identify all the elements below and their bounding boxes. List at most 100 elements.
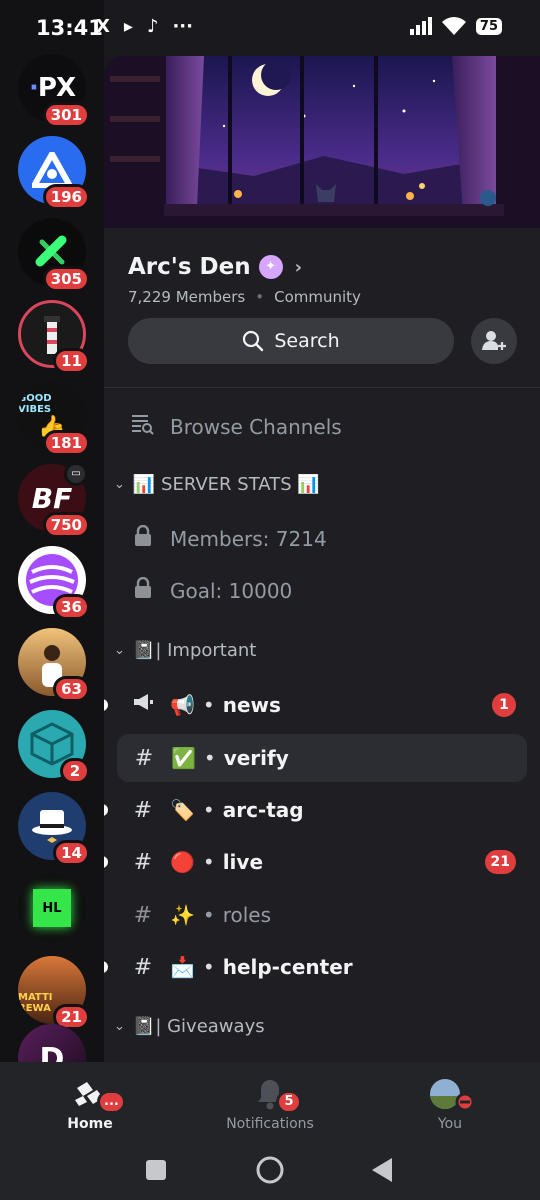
search-button[interactable]: Search <box>128 318 454 364</box>
channel-goal[interactable]: Goal: 10000 <box>104 568 540 614</box>
server-icon-px[interactable]: · PX 301 <box>18 54 90 128</box>
channel-help-center[interactable]: # 📩 • help-center <box>104 944 540 990</box>
server-icon-purple-waves[interactable]: 36 <box>18 546 90 620</box>
tab-label: Notifications <box>226 1116 314 1132</box>
x-app-icon: X <box>96 16 110 37</box>
unread-badge: 305 <box>42 266 90 292</box>
invite-members-button[interactable] <box>471 318 517 364</box>
channel-bullet: • <box>202 955 215 979</box>
server-icon-lighthouse[interactable]: 11 <box>18 300 90 374</box>
channel-bullet: • <box>202 903 215 927</box>
you-tab-icon <box>360 1078 540 1112</box>
mention-badge: 1 <box>492 693 516 717</box>
server-icon-d[interactable]: D <box>18 1024 86 1062</box>
back-button <box>372 1158 392 1182</box>
server-icon-green-x[interactable]: 305 <box>18 218 90 292</box>
inbox-emoji: 📩 <box>170 955 195 979</box>
channel-bullet: • <box>203 746 216 770</box>
server-icon-matti[interactable]: MATTI REWA 21 <box>18 956 90 1030</box>
tab-you[interactable]: You <box>360 1078 540 1132</box>
play-icon: ▸ <box>123 16 133 37</box>
category-giveaways[interactable]: ⌄ 📓| Giveaways <box>114 1016 265 1037</box>
server-icon-bf[interactable]: BF ▭ 750 <box>18 462 90 538</box>
red-circle-emoji: 🔴 <box>170 850 195 874</box>
tab-home[interactable]: ... Home <box>0 1078 180 1132</box>
home-tab-icon: ... <box>0 1078 180 1114</box>
signal-icon <box>409 17 432 35</box>
server-name: Arc's Den <box>128 254 251 280</box>
channel-roles[interactable]: # ✨ • roles <box>104 892 540 938</box>
channel-label: verify <box>223 746 289 770</box>
wifi-icon <box>441 17 466 35</box>
server-icon-hl[interactable]: HL <box>18 874 86 942</box>
channel-label: live <box>222 850 264 874</box>
channel-members[interactable]: Members: 7214 <box>104 516 540 562</box>
status-time: 13:41 <box>36 16 103 40</box>
server-panel: Arc's Den ✦ › 7,229 Members • Community Se… <box>104 56 540 1062</box>
chevron-down-icon: ⌄ <box>114 643 125 658</box>
browse-channels[interactable]: Browse Channels <box>104 404 540 450</box>
channel-bullet: • <box>202 798 215 822</box>
boost-badge-icon: ✦ <box>258 255 283 279</box>
hashtag-icon: # <box>133 902 153 928</box>
chevron-down-icon: ⌄ <box>114 1019 125 1034</box>
notifications-badge: 5 <box>276 1090 302 1114</box>
divider <box>104 387 540 388</box>
unread-badge: 36 <box>53 594 90 620</box>
notification-icons: X ▸ ♪ ··· <box>96 16 193 37</box>
unread-indicator <box>104 961 108 973</box>
loudspeaker-emoji: 📢 <box>170 693 195 717</box>
unread-badge: 63 <box>53 676 90 702</box>
category-server-stats[interactable]: ⌄ 📊 SERVER STATS 📊 <box>114 474 320 495</box>
add-user-icon <box>482 331 506 350</box>
system-navigation-bar <box>146 1156 392 1184</box>
search-label: Search <box>274 330 340 352</box>
tiktok-icon: ♪ <box>146 16 159 37</box>
avatar <box>430 1079 472 1112</box>
channel-label: roles <box>222 903 272 927</box>
check-emoji: ✅ <box>171 746 196 770</box>
bottom-navigation: ... Home 5 Notifications You <box>0 1062 540 1200</box>
unread-badge: 181 <box>42 430 90 456</box>
channel-label: help-center <box>222 955 353 979</box>
channel-label: news <box>222 693 281 717</box>
channel-news[interactable]: 📢 • news 1 <box>104 682 540 728</box>
server-icon-top-hat[interactable]: 14 <box>18 792 90 866</box>
status-bar: 13:41 X ▸ ♪ ··· 75 <box>0 0 540 56</box>
channel-live[interactable]: # 🔴 • live 21 <box>104 839 540 885</box>
server-icon-teal-cube[interactable]: 2 <box>18 710 90 784</box>
home-badge: ... <box>97 1090 126 1114</box>
status-right: 75 <box>409 17 502 35</box>
unread-indicator <box>104 856 108 868</box>
category-important[interactable]: ⌄ 📓| Important <box>114 640 256 661</box>
server-avatar-label: GOOD VIBES <box>18 392 52 415</box>
unread-badge: 2 <box>60 758 90 784</box>
channel-arc-tag[interactable]: # 🏷️ • arc-tag <box>104 787 540 833</box>
channel-label: arc-tag <box>222 798 304 822</box>
channel-bullet: • <box>202 850 215 874</box>
unread-indicator <box>104 804 108 816</box>
server-name-button[interactable]: Arc's Den ✦ › <box>128 254 302 280</box>
server-icon-photo-person[interactable]: 63 <box>18 628 90 702</box>
tab-notifications[interactable]: 5 Notifications <box>180 1078 360 1132</box>
server-avatar-label: BF <box>31 481 73 515</box>
server-avatar: D <box>18 1024 86 1062</box>
unread-badge: 196 <box>42 184 90 210</box>
channel-verify[interactable]: # ✅ • verify <box>117 734 527 782</box>
tag-emoji: 🏷️ <box>170 798 195 822</box>
category-label: 📓| Important <box>132 640 257 661</box>
server-banner[interactable] <box>104 56 540 228</box>
server-icon-good-vibes[interactable]: GOOD VIBES 👍 181 <box>18 382 90 456</box>
unread-indicator <box>104 699 108 711</box>
megaphone-icon <box>128 692 158 718</box>
unread-badge: 14 <box>53 840 90 866</box>
browse-channels-label: Browse Channels <box>170 415 342 439</box>
category-label: 📓| Giveaways <box>132 1016 265 1037</box>
server-icon-blue-triangle[interactable]: 196 <box>18 136 90 210</box>
hashtag-icon: # <box>133 797 153 823</box>
tab-label: Home <box>67 1116 113 1132</box>
more-notifications-icon: ··· <box>172 16 193 37</box>
meta-separator: • <box>255 288 265 306</box>
hashtag-icon: # <box>133 954 153 980</box>
hashtag-icon: # <box>134 745 154 771</box>
